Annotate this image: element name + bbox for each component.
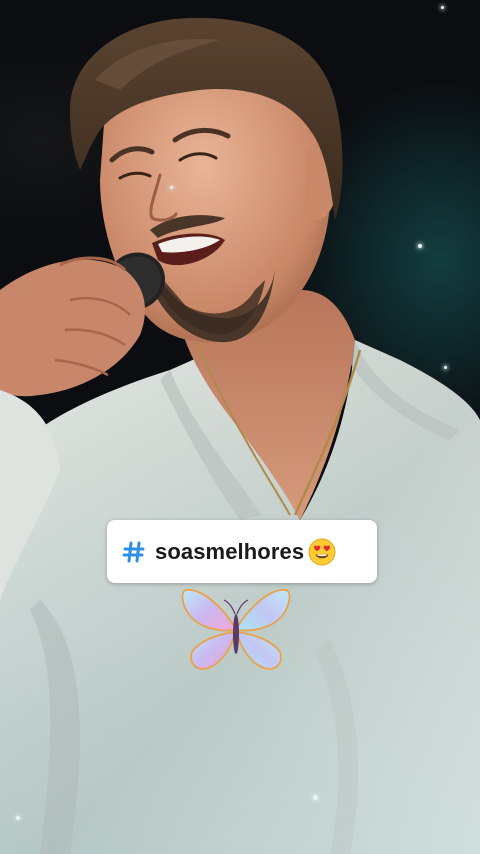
sparkle-decoration [313, 795, 318, 800]
heart-eyes-emoji-icon [308, 538, 336, 566]
hashtag-text: soasmelhores [155, 538, 305, 564]
sparkle-decoration [16, 816, 20, 820]
singer-photo [0, 17, 480, 854]
sparkle-decoration [418, 244, 422, 248]
sparkle-decoration [444, 366, 447, 369]
butterfly-sticker-icon[interactable] [180, 584, 292, 676]
hashtag-sticker[interactable]: soasmelhores [107, 520, 377, 583]
hashtag-icon [121, 539, 147, 565]
sparkle-decoration [441, 6, 444, 9]
sparkle-decoration [170, 186, 173, 189]
story-canvas: soasmelhores [0, 0, 480, 854]
